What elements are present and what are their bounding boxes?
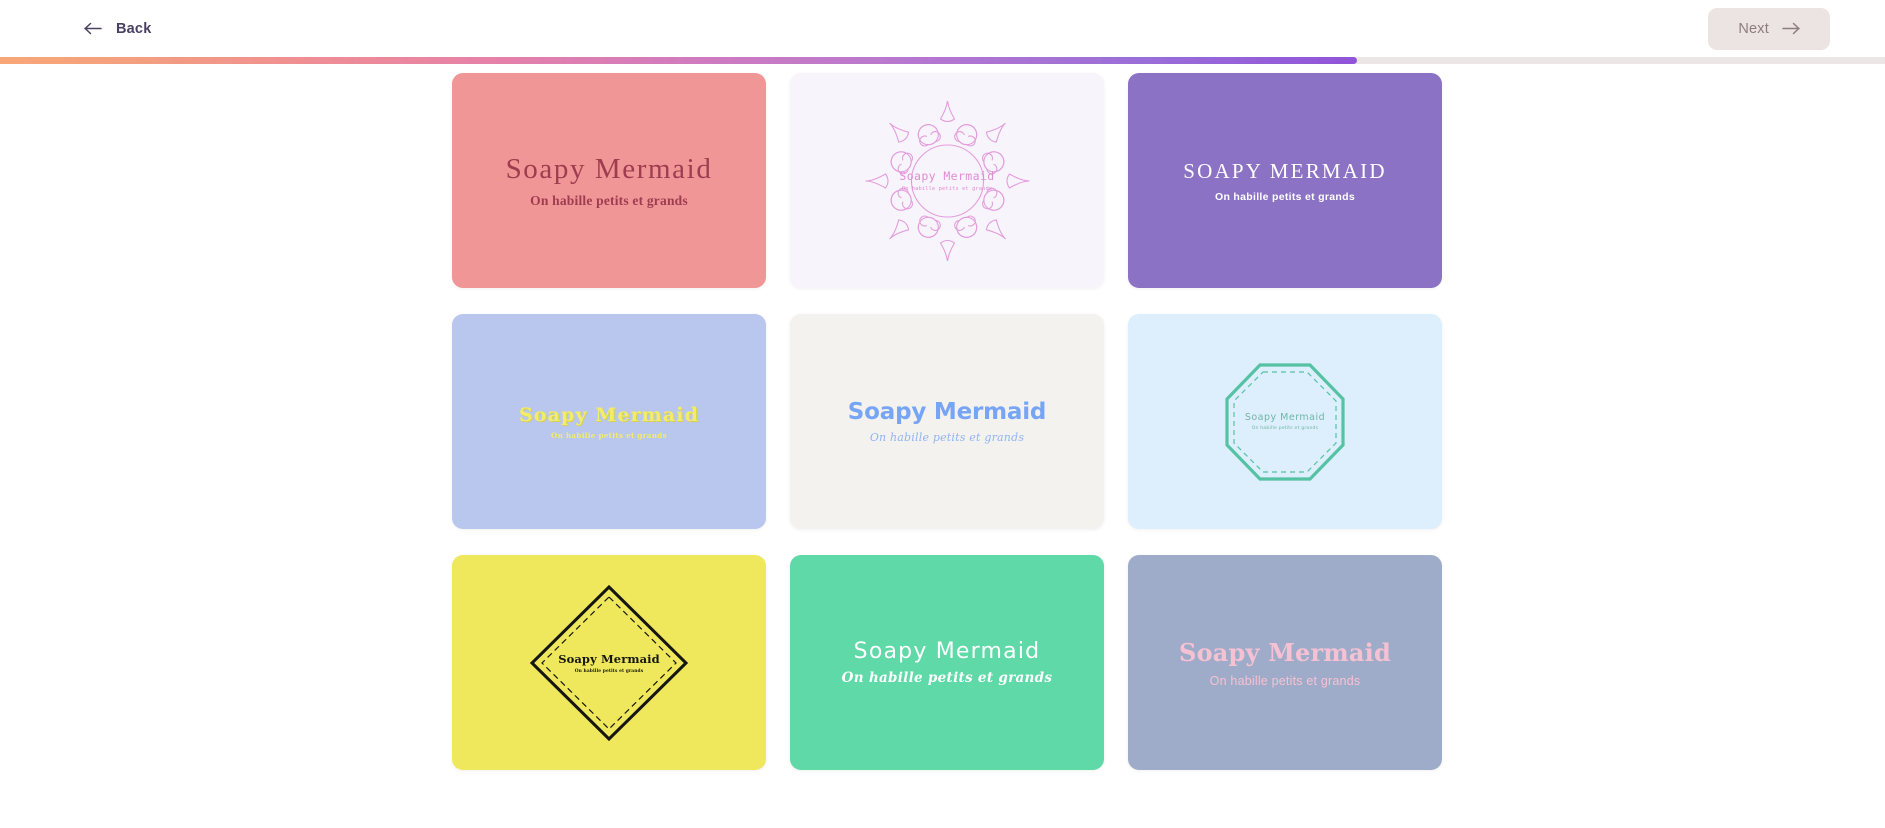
- logo-card[interactable]: Soapy Mermaid On habille petits et grand…: [1128, 555, 1442, 770]
- logo-title: Soapy Mermaid: [1179, 637, 1391, 667]
- logo-preview: Soapy Mermaid On habille petits et grand…: [790, 314, 1104, 529]
- logo-preview: Soapy Mermaid On habille petits et grand…: [452, 314, 766, 529]
- logo-title: Soapy Mermaid: [505, 152, 713, 185]
- logo-card[interactable]: Soapy Mermaid On habille petits et grand…: [790, 314, 1104, 529]
- logo-card[interactable]: Soapy Mermaid On habille petits et grand…: [452, 555, 766, 770]
- logo-grid: Soapy Mermaid On habille petits et grand…: [452, 73, 1442, 770]
- logo-tagline: On habille petits et grands: [530, 192, 688, 208]
- logo-preview: SOAPY MERMAID On habille petits et grand…: [1128, 73, 1442, 288]
- logo-preview: Soapy Mermaid On habille petits et grand…: [452, 555, 766, 770]
- logo-card[interactable]: Soapy Mermaid On habille petits et grand…: [790, 555, 1104, 770]
- next-button-label: Next: [1738, 20, 1769, 37]
- back-button-label: Back: [116, 20, 152, 37]
- logo-results-canvas: Soapy Mermaid On habille petits et grand…: [0, 64, 1885, 828]
- logo-preview: Soapy Mermaid On habille petits et grand…: [790, 73, 1104, 288]
- progress-bar-track: [0, 57, 1885, 64]
- logo-card[interactable]: Soapy Mermaid On habille petits et grand…: [452, 314, 766, 529]
- logo-preview: Soapy Mermaid On habille petits et grand…: [1128, 314, 1442, 529]
- logo-title: Soapy Mermaid: [847, 399, 1047, 425]
- progress-bar-fill: [0, 57, 1358, 64]
- logo-title: Soapy Mermaid: [899, 169, 995, 183]
- logo-preview: Soapy Mermaid On habille petits et grand…: [452, 73, 766, 288]
- ornate-frame-icon: Soapy Mermaid On habille petits et grand…: [860, 100, 1035, 261]
- logo-card[interactable]: Soapy Mermaid On habille petits et grand…: [1128, 314, 1442, 529]
- logo-tagline: On habille petits et grands: [1209, 673, 1361, 688]
- back-button[interactable]: Back: [80, 15, 155, 43]
- arrow-left-icon: [84, 22, 103, 35]
- logo-tagline: On habille petits et grands: [551, 430, 667, 440]
- logo-tagline: On habille petits et grands: [841, 670, 1053, 686]
- logo-tagline: On habille petits et grands: [901, 186, 993, 192]
- logo-title: Soapy Mermaid: [558, 651, 660, 666]
- logo-preview: Soapy Mermaid On habille petits et grand…: [790, 555, 1104, 770]
- logo-tagline: On habille petits et grands: [1251, 426, 1319, 431]
- logo-title: Soapy Mermaid: [853, 639, 1041, 664]
- logo-title: Soapy Mermaid: [1244, 412, 1326, 423]
- logo-tagline: On habille petits et grands: [1215, 190, 1355, 203]
- logo-card[interactable]: Soapy Mermaid On habille petits et grand…: [452, 73, 766, 288]
- logo-tagline: On habille petits et grands: [574, 668, 644, 674]
- arrow-right-icon: [1781, 22, 1800, 35]
- top-toolbar: Back Next: [0, 0, 1885, 57]
- logo-title: SOAPY MERMAID: [1183, 158, 1387, 183]
- logo-title: Soapy Mermaid: [519, 403, 699, 426]
- logo-card[interactable]: SOAPY MERMAID On habille petits et grand…: [1128, 73, 1442, 288]
- logo-card[interactable]: Soapy Mermaid On habille petits et grand…: [790, 73, 1104, 288]
- logo-tagline: On habille petits et grands: [869, 431, 1025, 444]
- logo-preview: Soapy Mermaid On habille petits et grand…: [1128, 555, 1442, 770]
- octagon-badge-icon: Soapy Mermaid On habille petits et grand…: [1225, 362, 1345, 481]
- next-button[interactable]: Next: [1708, 7, 1830, 50]
- diamond-badge-icon: Soapy Mermaid On habille petits et grand…: [529, 584, 689, 742]
